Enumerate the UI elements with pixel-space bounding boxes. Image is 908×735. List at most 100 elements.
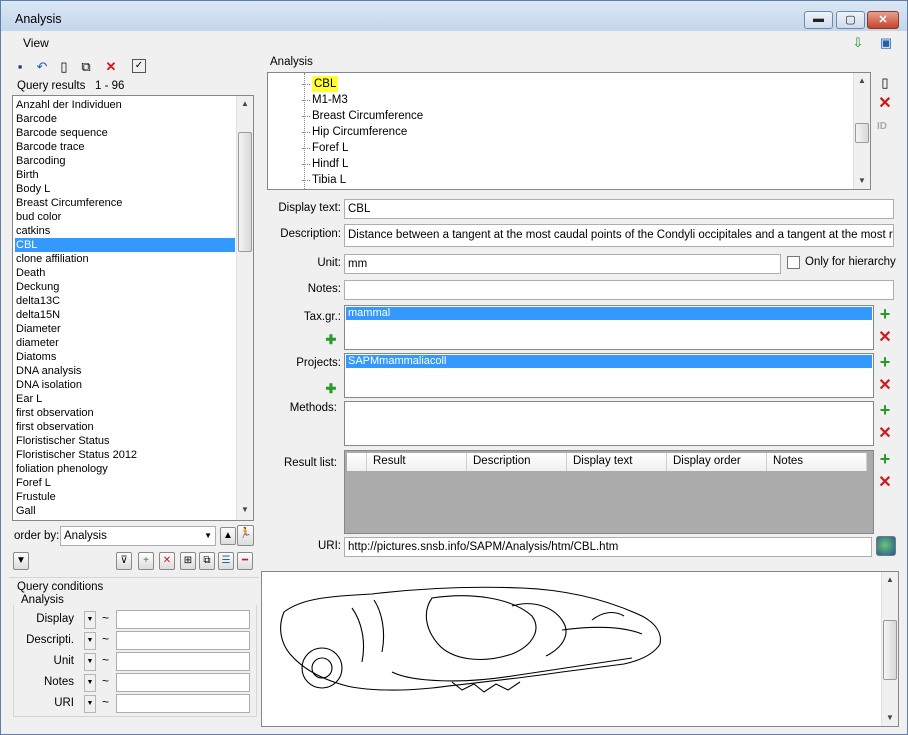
description-field[interactable]: Distance between a tangent at the most c…	[344, 224, 894, 247]
projects-list[interactable]: SAPMmammaliacoll	[344, 353, 874, 398]
delete-icon[interactable]: ✕	[103, 59, 119, 75]
close-button[interactable]: ✕	[867, 11, 899, 29]
scroll-thumb[interactable]	[883, 620, 897, 680]
scroll-down-icon[interactable]: ▼	[237, 502, 253, 518]
preview-icon[interactable]: ▣	[878, 35, 894, 51]
condition-input[interactable]	[116, 631, 250, 650]
taxgr-item[interactable]: mammal	[346, 307, 872, 320]
add-project-icon[interactable]: +	[877, 353, 893, 371]
list-item[interactable]: first observation	[15, 406, 235, 420]
undo-icon[interactable]: ↶	[34, 59, 50, 75]
add-all-button[interactable]: ⊞	[180, 552, 196, 570]
list-item[interactable]: Barcode	[15, 112, 235, 126]
delete-taxgr-icon[interactable]: ✕	[877, 330, 893, 346]
column-header[interactable]: Description	[467, 453, 567, 471]
copy-icon[interactable]: ⧉	[78, 59, 94, 75]
export-icon[interactable]: ⇩	[850, 35, 866, 51]
list-item[interactable]: Floristischer Status	[15, 434, 235, 448]
list-item[interactable]: delta15N	[15, 308, 235, 322]
list-item[interactable]: Ear L	[15, 392, 235, 406]
filter-button[interactable]: ⊽	[116, 552, 132, 570]
remove-from-list-button[interactable]: ✕	[159, 552, 175, 570]
list-item[interactable]: delta13C	[15, 294, 235, 308]
column-header[interactable]: Notes	[767, 453, 867, 471]
sort-ascending-button[interactable]: ▲	[220, 527, 236, 545]
list-item[interactable]: Frustule	[15, 490, 235, 504]
notes-field[interactable]	[344, 280, 894, 300]
checkbox-icon[interactable]: ✓	[132, 59, 146, 73]
scroll-thumb[interactable]	[238, 132, 252, 252]
save-icon[interactable]: ▪	[12, 59, 28, 75]
list-item[interactable]: Diameter	[15, 322, 235, 336]
condition-operator-dropdown[interactable]: ▼	[84, 653, 96, 671]
condition-input[interactable]	[116, 673, 250, 692]
methods-list[interactable]	[344, 401, 874, 446]
unit-field[interactable]: mm	[344, 254, 781, 274]
condition-operator-dropdown[interactable]: ▼	[84, 611, 96, 629]
list-item[interactable]: DNA isolation	[15, 378, 235, 392]
list-item[interactable]: foliation phenology	[15, 462, 235, 476]
tree-item[interactable]: M1-M3	[312, 92, 348, 108]
add-taxgr-icon[interactable]: +	[877, 305, 893, 323]
condition-input[interactable]	[116, 694, 250, 713]
projects-item[interactable]: SAPMmammaliacoll	[346, 355, 872, 368]
minimize-button[interactable]: ▬	[804, 11, 833, 29]
only-hierarchy-checkbox[interactable]	[787, 256, 800, 269]
list-item[interactable]: Diatoms	[15, 350, 235, 364]
query-results-list[interactable]: Anzahl der Individuen Barcode Barcode sequ…	[12, 95, 254, 521]
list-item[interactable]: Foref L	[15, 476, 235, 490]
condition-input[interactable]	[116, 610, 250, 629]
tree-item[interactable]: Tibia L	[312, 172, 346, 188]
uri-field[interactable]: http://pictures.snsb.info/SAPM/Analysis/…	[344, 537, 872, 557]
condition-operator-dropdown[interactable]: ▼	[84, 632, 96, 650]
image-scrollbar[interactable]: ▲ ▼	[881, 572, 898, 726]
delete-project-icon[interactable]: ✕	[877, 378, 893, 394]
column-header[interactable]: Display text	[567, 453, 667, 471]
list-item[interactable]: Breast Circumference	[15, 196, 235, 210]
scroll-up-icon[interactable]: ▲	[854, 73, 870, 89]
add-method-icon[interactable]: +	[877, 401, 893, 419]
list-item[interactable]: Barcoding	[15, 154, 235, 168]
list-item[interactable]: Barcode sequence	[15, 126, 235, 140]
column-header[interactable]: Result	[367, 453, 467, 471]
add-to-list-button[interactable]: +	[138, 552, 154, 570]
delete-method-icon[interactable]: ✕	[877, 426, 893, 442]
list-item[interactable]: Anzahl der Individuen	[15, 98, 235, 112]
query-results-scrollbar[interactable]: ▲ ▼	[236, 96, 253, 520]
list-item[interactable]: Body L	[15, 182, 235, 196]
list-item[interactable]: DNA analysis	[15, 364, 235, 378]
add-result-icon[interactable]: +	[877, 450, 893, 468]
copy-list-button[interactable]: ⧉	[199, 552, 215, 570]
list-item[interactable]: Death	[15, 266, 235, 280]
add-multiple-taxgr-icon[interactable]: ✚	[323, 332, 339, 348]
list-item[interactable]: Floristischer Status 2012	[15, 448, 235, 462]
tree-item[interactable]: Foref L	[312, 140, 348, 156]
scroll-thumb[interactable]	[855, 123, 869, 143]
condition-input[interactable]	[116, 652, 250, 671]
taxgr-list[interactable]: mammal	[344, 305, 874, 350]
new-document-icon[interactable]: ▯	[56, 59, 72, 75]
scroll-down-icon[interactable]: ▼	[854, 173, 870, 189]
id-icon[interactable]: ID	[877, 121, 887, 132]
list-item[interactable]: Barcode trace	[15, 140, 235, 154]
run-query-button[interactable]: 🏃	[237, 525, 254, 546]
expand-conditions-button[interactable]: ▼	[13, 552, 29, 570]
analysis-tree-scrollbar[interactable]: ▲ ▼	[853, 73, 870, 189]
column-header[interactable]: Display order	[667, 453, 767, 471]
list-item[interactable]: diameter	[15, 336, 235, 350]
condition-operator-dropdown[interactable]: ▼	[84, 695, 96, 713]
list-item[interactable]: Gall	[15, 504, 235, 518]
new-analysis-icon[interactable]: ▯	[877, 75, 893, 91]
list-item[interactable]: catkins	[15, 224, 235, 238]
scroll-up-icon[interactable]: ▲	[882, 572, 898, 588]
analysis-tree[interactable]: CBL M1-M3 Breast Circumference Hip Circumfe…	[267, 72, 871, 190]
tree-item[interactable]: Hip Circumference	[312, 124, 407, 140]
clear-button[interactable]: ━	[237, 552, 253, 570]
tree-item[interactable]: Hindf L	[312, 156, 348, 172]
tree-item[interactable]: CBL	[312, 76, 339, 92]
delete-result-icon[interactable]: ✕	[877, 475, 893, 491]
list-item[interactable]: first observation	[15, 420, 235, 434]
order-by-select[interactable]: Analysis ▼	[60, 526, 216, 546]
list-item[interactable]: Birth	[15, 168, 235, 182]
open-uri-icon[interactable]	[876, 536, 896, 556]
